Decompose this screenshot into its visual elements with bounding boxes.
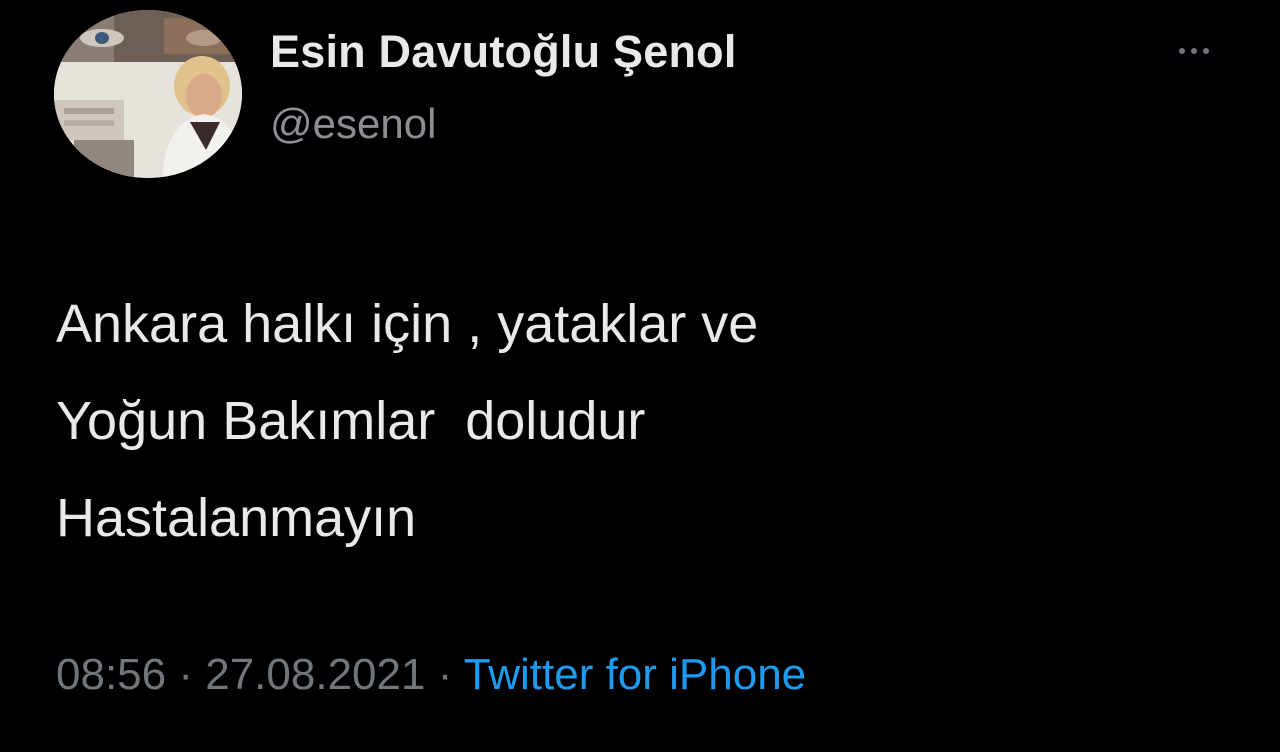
more-options-button[interactable]: [1164, 38, 1224, 64]
meta-separator: ·: [437, 650, 453, 699]
meta-separator: ·: [178, 650, 193, 699]
tweet-text-line: Hastalanmayın: [56, 488, 417, 548]
more-horizontal-icon-dot: [1191, 48, 1197, 54]
avatar[interactable]: [54, 10, 242, 178]
tweet-text-line: Yoğun Bakımlar doludur: [56, 391, 646, 451]
more-horizontal-icon-dot: [1203, 48, 1209, 54]
tweet-date[interactable]: 27.08.2021: [205, 650, 425, 699]
author-display-name[interactable]: Esin Davutoğlu Şenol: [270, 26, 737, 78]
avatar-photo: [54, 10, 242, 178]
tweet-text-line: Ankara halkı için , yataklar ve: [56, 294, 759, 354]
tweet-card: Esin Davutoğlu Şenol @esenol Ankara halk…: [0, 0, 1280, 752]
author-handle[interactable]: @esenol: [270, 100, 436, 148]
tweet-meta: 08:56 · 27.08.2021 · Twitter for iPhone: [56, 650, 806, 700]
tweet-text: Ankara halkı için , yataklar ve Yoğun Ba…: [56, 276, 1236, 567]
tweet-source-link[interactable]: Twitter for iPhone: [464, 650, 806, 699]
more-horizontal-icon: [1179, 48, 1185, 54]
tweet-time[interactable]: 08:56: [56, 650, 166, 699]
